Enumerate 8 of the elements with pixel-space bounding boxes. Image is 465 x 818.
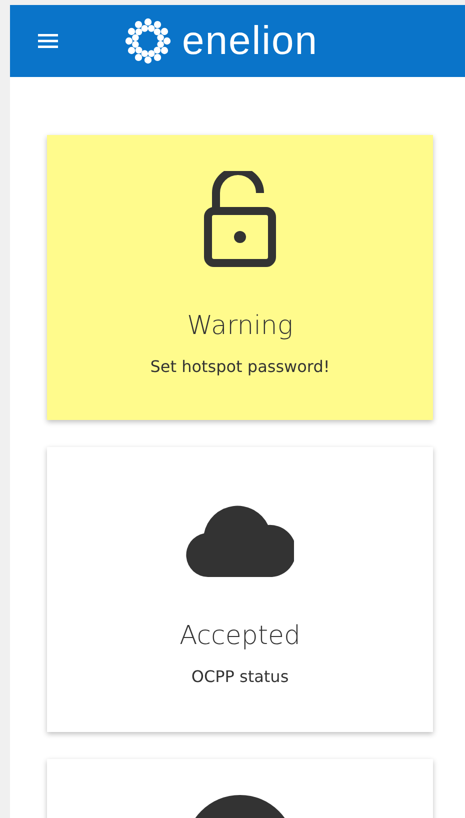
card-title: Warning: [187, 311, 293, 341]
brand-name: enelion: [182, 18, 318, 64]
card-title: Accepted: [179, 621, 301, 651]
flower-logo-icon: [124, 17, 172, 65]
padlock-icon: [204, 171, 276, 267]
card-subtitle: Set hotspot password!: [150, 357, 330, 376]
cloud-icon: [186, 505, 294, 577]
card-subtitle: OCPP status: [191, 667, 289, 686]
